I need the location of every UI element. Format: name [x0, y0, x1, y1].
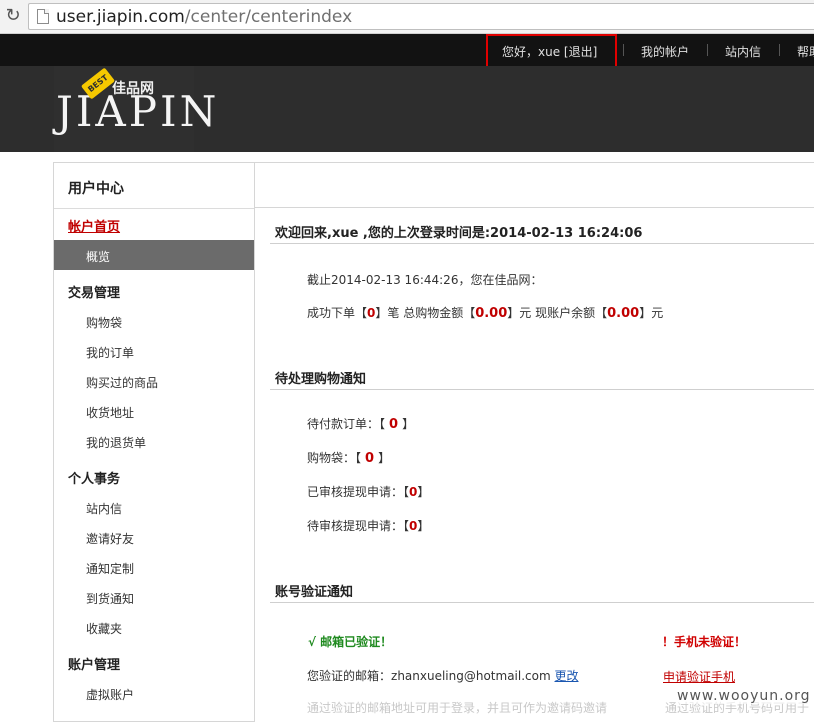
sidebar-item-arrival-notice[interactable]: 到货通知 [86, 590, 134, 607]
top-bar: 您好，xue [退出] 我的帐户 站内信 帮助 [0, 34, 814, 68]
pending-title: 待处理购物通知 [275, 372, 367, 387]
site-logo[interactable]: JIAPIN 佳品网 BEST [54, 66, 216, 152]
total-amount: 0.00 [475, 306, 508, 321]
sidebar-item-favorites[interactable]: 收藏夹 [86, 620, 122, 637]
sidebar-group-trade: 交易管理 [68, 286, 121, 301]
as-of-text: 截止2014-02-13 16:44:26，您在佳品网： [307, 273, 543, 287]
sidebar-group-account: 账户管理 [68, 658, 121, 673]
pending-suffix: 】 [417, 485, 430, 499]
sidebar-item-addresses[interactable]: 收货地址 [86, 404, 134, 421]
sidebar-item-purchased-items[interactable]: 购买过的商品 [86, 374, 158, 391]
url-host: user.jiapin.com [56, 7, 185, 27]
amount-suffix: 】元 现账户余额【 [507, 306, 608, 320]
email-value: zhanxueling@hotmail.com [391, 669, 551, 683]
sidebar-item-messages[interactable]: 站内信 [86, 500, 122, 517]
sidebar-group-personal: 个人事务 [68, 472, 121, 487]
email-help-text: 通过验证的邮箱地址可用于登录，并且可作为邀请码邀请 [307, 701, 608, 715]
messages-link[interactable]: 站内信 [725, 43, 761, 60]
pending-suffix: 】 [402, 417, 415, 431]
topbar-divider [623, 44, 624, 56]
sidebar-item-my-orders[interactable]: 我的订单 [86, 344, 134, 361]
pending-label: 已审核提现申请：【 [307, 485, 410, 499]
request-phone-verification-link[interactable]: 申请验证手机 [663, 668, 735, 685]
account-balance: 0.00 [607, 306, 640, 321]
welcome-title: 欢迎回来,xue ,您的上次登录时间是:2014-02-13 16:24:06 [275, 226, 643, 241]
sidebar-item-account-home[interactable]: 帐户首页 [68, 216, 120, 235]
pending-label: 购物袋：【 [307, 451, 362, 465]
url-input[interactable]: user.jiapin.com/center/centerindex [28, 3, 814, 30]
orders-suffix: 】笔 总购物金额【 [375, 306, 476, 320]
watermark: www.wooyun.org [677, 688, 811, 704]
change-email-link[interactable]: 更改 [555, 669, 579, 683]
section-divider [270, 602, 814, 603]
sidebar-item-label: 概览 [86, 250, 111, 264]
topbar-divider [779, 44, 780, 56]
pending-value: 0 [365, 451, 375, 466]
section-divider [270, 389, 814, 390]
pending-suffix: 】 [417, 519, 430, 533]
my-account-link[interactable]: 我的帐户 [641, 43, 689, 60]
pending-label: 待审核提现申请：【 [307, 519, 410, 533]
section-divider [270, 243, 814, 244]
verify-title: 账号验证通知 [275, 585, 354, 600]
pending-row: 待付款订单：【 0】 [307, 415, 414, 432]
url-text: user.jiapin.com/center/centerindex [56, 7, 352, 27]
sidebar-title-text: 用户中心 [68, 181, 124, 197]
sidebar-item-overview[interactable]: 概览 [54, 240, 254, 270]
pending-row: 待审核提现申请：【0】 [307, 517, 429, 534]
greeting-highlight-box: 您好，xue [退出] [486, 34, 617, 68]
sidebar-title: 用户中心 [54, 163, 254, 209]
topbar-divider [707, 44, 708, 56]
pending-value: 0 [389, 417, 399, 432]
sidebar-item-shopping-bag[interactable]: 购物袋 [86, 314, 122, 331]
order-summary: 成功下单【0】笔 总购物金额【0.00】元 现账户余额【0.00】元 [307, 304, 663, 321]
email-label: 您验证的邮箱： [307, 669, 392, 683]
main-content-header [254, 162, 814, 208]
greeting-logout-link[interactable]: 您好，xue [退出] [502, 43, 597, 60]
verified-email-row: 您验证的邮箱：zhanxueling@hotmail.com 更改 [307, 667, 579, 684]
email-verified-status: √ 邮箱已验证！ [308, 635, 393, 649]
pending-row: 购物袋：【 0】 [307, 449, 390, 466]
logo-chinese-name: 佳品网 [112, 81, 154, 97]
pending-label: 待付款订单：【 [307, 417, 386, 431]
user-center-sidebar: 用户中心 帐户首页 概览 交易管理 购物袋 我的订单 购买过的商品 收货地址 我… [53, 162, 255, 722]
browser-address-bar: ↻ user.jiapin.com/center/centerindex [0, 0, 814, 34]
url-path: /center/centerindex [184, 7, 353, 27]
pending-suffix: 】 [378, 451, 391, 465]
sidebar-item-virtual-account[interactable]: 虚拟账户 [86, 686, 134, 703]
sidebar-item-returns[interactable]: 我的退货单 [86, 434, 146, 451]
phone-unverified-status: ！手机未验证！ [662, 635, 747, 649]
reload-icon[interactable]: ↻ [3, 6, 23, 26]
sidebar-item-notification-settings[interactable]: 通知定制 [86, 560, 134, 577]
sidebar-item-invite-friends[interactable]: 邀请好友 [86, 530, 134, 547]
balance-suffix: 】元 [639, 306, 664, 320]
help-link[interactable]: 帮助 [797, 43, 814, 60]
page-icon [37, 9, 49, 24]
pending-row: 已审核提现申请：【0】 [307, 483, 429, 500]
orders-prefix: 成功下单【 [307, 306, 368, 320]
site-header: JIAPIN 佳品网 BEST [0, 66, 814, 152]
